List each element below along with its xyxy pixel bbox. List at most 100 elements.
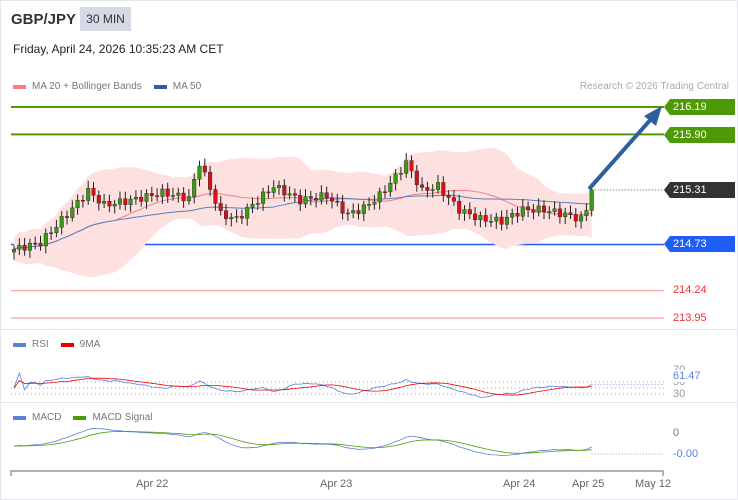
candle (165, 188, 170, 197)
candle (102, 201, 107, 204)
macd-legend-label: MACD (32, 412, 62, 423)
candle (27, 242, 32, 251)
candle (277, 185, 282, 188)
macd-separator (0, 402, 738, 403)
candle (409, 160, 414, 172)
candle (345, 212, 350, 215)
candle (245, 207, 250, 219)
candle (266, 191, 271, 194)
candle (398, 173, 403, 175)
candle (536, 205, 541, 213)
rsi-separator (0, 329, 738, 330)
candle (123, 198, 128, 205)
candle (17, 244, 22, 250)
candle (70, 207, 75, 218)
candle (261, 191, 266, 204)
last-price-tag: 215.31 (664, 182, 735, 198)
candle (139, 196, 144, 202)
pivot-tag: 214.73 (664, 236, 735, 252)
macd-zero: 0 (673, 427, 680, 439)
rsi-line (13, 371, 592, 398)
candle (573, 214, 578, 222)
candle (86, 187, 91, 201)
candle (446, 194, 451, 198)
x-label-may12: May 12 (635, 478, 672, 490)
candle (64, 216, 69, 218)
candle (314, 198, 319, 201)
candle (510, 213, 515, 218)
resistance-1-tag: 215.90 (664, 127, 735, 143)
candle (520, 206, 525, 217)
candle (425, 187, 430, 191)
candle (436, 182, 441, 190)
candle (176, 192, 181, 196)
candle (107, 201, 112, 207)
candle (340, 201, 345, 214)
candle (504, 216, 509, 225)
macd-signal-line (13, 431, 592, 454)
candle (542, 205, 547, 213)
macd-swatch (13, 415, 26, 420)
candle (223, 210, 228, 220)
candle (186, 196, 191, 202)
candle (229, 217, 234, 220)
support-2-label: 213.95 (673, 312, 707, 324)
candle (155, 195, 160, 197)
candle (552, 208, 557, 212)
candle (579, 215, 584, 222)
candle (292, 193, 297, 196)
x-label-apr22: Apr 22 (136, 478, 169, 490)
candle (388, 183, 393, 193)
candle (160, 188, 165, 197)
candle (59, 216, 64, 228)
support-1-label: 214.24 (673, 284, 707, 296)
candle (91, 187, 96, 196)
candle (38, 242, 43, 247)
candle (319, 192, 324, 201)
candle (128, 198, 133, 205)
macd-value: -0.00 (673, 448, 699, 460)
candle (149, 193, 154, 196)
resistance-2-tag: 216.19 (664, 99, 735, 115)
candle (192, 179, 197, 197)
candle (133, 196, 138, 200)
candle (54, 227, 59, 233)
candle (170, 195, 175, 197)
candle (441, 182, 446, 196)
candle (494, 216, 499, 222)
x-axis (10, 470, 664, 476)
candle (335, 200, 340, 203)
candle (473, 213, 478, 221)
candle (568, 212, 573, 215)
rsi-ma-legend-label: 9MA (79, 339, 101, 350)
candle (420, 184, 425, 188)
candle (298, 195, 303, 205)
candle (499, 216, 504, 225)
x-label-apr23: Apr 23 (320, 478, 353, 490)
candle (324, 192, 329, 198)
candle (557, 208, 562, 218)
rsi-ma-line (13, 377, 592, 396)
candle (144, 193, 149, 202)
candle (547, 211, 552, 213)
candle (483, 215, 488, 222)
candle (414, 170, 419, 186)
candle (361, 204, 366, 214)
candle (351, 210, 356, 214)
rsi-30: 30 (673, 388, 686, 400)
candle (197, 165, 202, 180)
candle (202, 165, 207, 173)
candle (457, 201, 462, 214)
candle (404, 160, 409, 174)
candle (250, 204, 255, 208)
candle (430, 189, 435, 191)
chart-svg[interactable] (0, 0, 738, 500)
candle (80, 200, 85, 202)
macd-signal-legend-label: MACD Signal (92, 412, 153, 423)
candle (462, 209, 467, 214)
candle (117, 198, 122, 205)
candle (239, 216, 244, 219)
candle (393, 173, 398, 184)
candle (526, 206, 531, 211)
candle (33, 242, 38, 245)
